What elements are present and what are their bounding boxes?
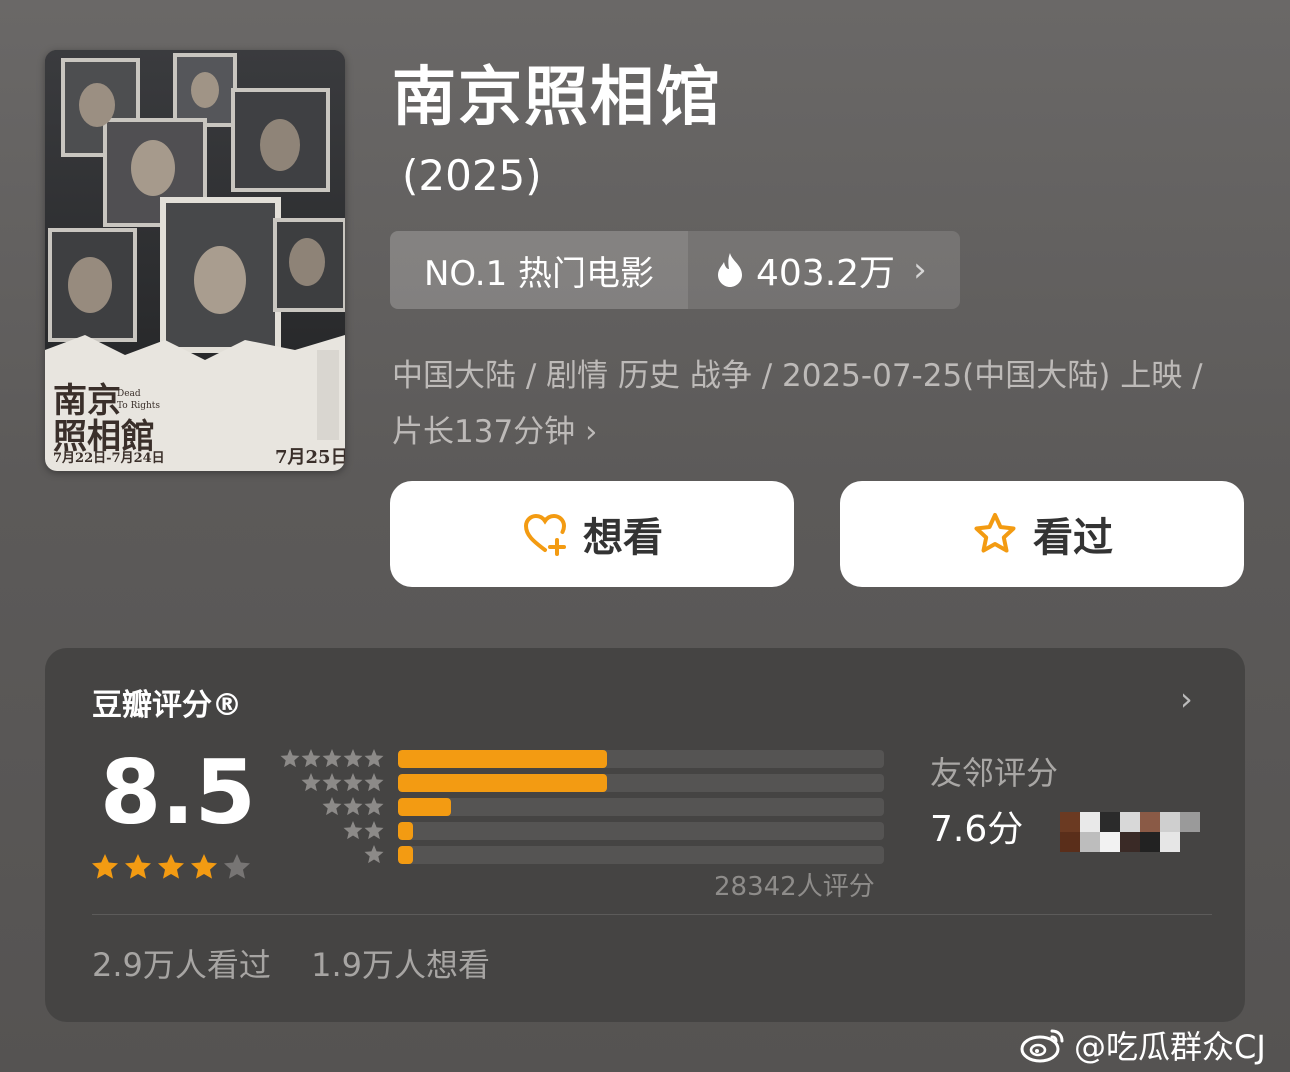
bar-fill xyxy=(398,846,413,864)
svg-text:7月22日-7月24日: 7月22日-7月24日 xyxy=(53,451,165,466)
rating-title: 豆瓣评分® xyxy=(92,688,242,723)
star-icon xyxy=(158,854,184,879)
star-icon xyxy=(322,773,342,792)
bar-4-star xyxy=(398,774,884,792)
rating-distribution xyxy=(398,750,884,870)
watermark-text: @吃瓜群众CJ xyxy=(1074,1028,1266,1066)
bar-2-star xyxy=(398,822,884,840)
star-icon xyxy=(364,845,384,864)
star-half-icon xyxy=(224,854,250,879)
meta-line-1: 中国大陆 / 剧情 历史 战争 / 2025-07-25(中国大陆) 上映 / xyxy=(392,358,1203,394)
rating-count: 28342人评分 xyxy=(714,872,875,902)
star-icon xyxy=(191,854,217,879)
rating-score: 8.5 xyxy=(100,741,256,844)
star-icon xyxy=(322,797,342,816)
friend-avatars-blurred[interactable] xyxy=(1060,812,1200,852)
want-to-watch-button[interactable]: 想看 xyxy=(390,481,794,587)
star-icon xyxy=(322,749,342,768)
rating-stars xyxy=(90,852,252,882)
heart-plus-icon xyxy=(523,513,567,556)
star-level-labels xyxy=(280,749,384,864)
card-divider xyxy=(92,914,1212,915)
star-icon xyxy=(125,854,151,879)
bar-fill xyxy=(398,822,413,840)
star-outline-icon xyxy=(974,513,1016,553)
movie-poster[interactable]: 南京 照相館 Dead To Rights 7月22日-7月24日 7月25日 xyxy=(45,50,345,471)
watched-label: 看过 xyxy=(1033,515,1113,561)
svg-text:Dead: Dead xyxy=(117,389,141,399)
bar-1-star xyxy=(398,846,884,864)
fire-icon xyxy=(718,253,742,287)
movie-meta[interactable]: 中国大陆 / 剧情 历史 战争 / 2025-07-25(中国大陆) 上映 / … xyxy=(392,348,1252,460)
star-icon xyxy=(364,749,384,768)
weibo-watermark: @吃瓜群众CJ xyxy=(1020,1022,1266,1068)
star-icon xyxy=(343,821,363,840)
bar-fill xyxy=(398,774,607,792)
star-icon xyxy=(364,773,384,792)
star-icon xyxy=(301,749,321,768)
poster-title-art: 南京 xyxy=(53,381,121,421)
star-icon xyxy=(343,749,363,768)
want-label: 想看 xyxy=(583,515,663,561)
star-icon xyxy=(280,749,300,768)
watched-count: 2.9万人看过 xyxy=(92,946,271,984)
hot-rank-pill[interactable]: NO.1 热门电影 403.2万 › xyxy=(390,231,960,309)
chevron-right-icon[interactable]: › xyxy=(1180,680,1193,718)
star-icon xyxy=(301,773,321,792)
svg-text:To Rights: To Rights xyxy=(117,401,160,411)
chevron-right-icon: › xyxy=(913,250,927,290)
star-icon xyxy=(343,773,363,792)
star-icon xyxy=(364,797,384,816)
bar-3-star xyxy=(398,798,884,816)
want-count: 1.9万人想看 xyxy=(311,946,490,984)
rank-label: NO.1 热门电影 xyxy=(390,231,688,309)
weibo-icon xyxy=(1020,1029,1064,1063)
watched-button[interactable]: 看过 xyxy=(840,481,1244,587)
bar-fill xyxy=(398,750,607,768)
bar-fill xyxy=(398,798,452,816)
heat-value: 403.2万 xyxy=(756,253,896,294)
star-icon xyxy=(364,821,384,840)
movie-title: 南京照相馆 xyxy=(392,61,722,135)
movie-year: (2025) xyxy=(402,151,542,200)
bar-5-star xyxy=(398,750,884,768)
star-icon xyxy=(92,854,118,879)
star-icon xyxy=(343,797,363,816)
chevron-right-icon: › xyxy=(585,414,598,450)
svg-text:7月25日: 7月25日 xyxy=(275,447,345,468)
friends-rating-label: 友邻评分 xyxy=(930,754,1059,792)
friends-rating-score: 7.6分 xyxy=(930,809,1024,850)
watch-counts: 2.9万人看过 1.9万人想看 xyxy=(92,940,520,986)
meta-line-2: 片长137分钟 xyxy=(392,414,576,450)
